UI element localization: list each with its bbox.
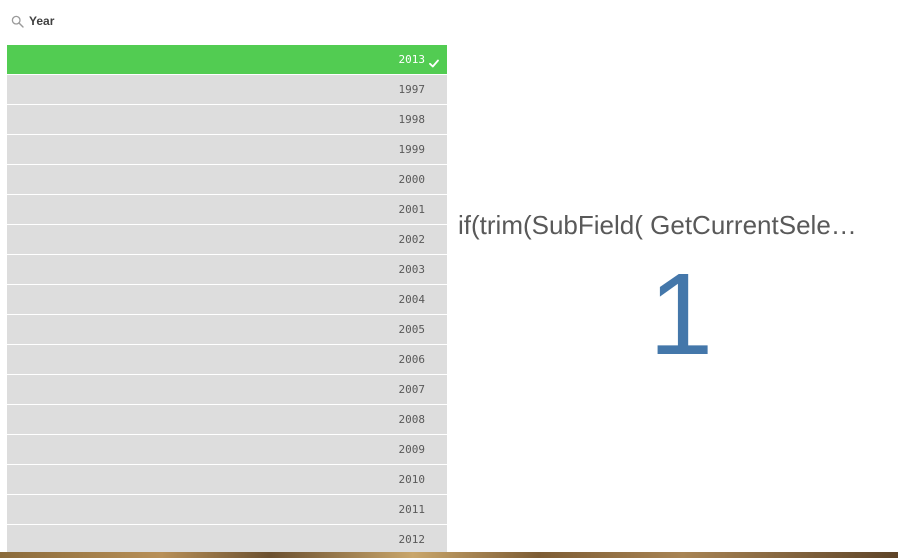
- list-item-label: 2005: [398, 323, 426, 336]
- kpi-title: if(trim(SubField( GetCurrentSele…: [458, 210, 857, 240]
- list-item-label: 2001: [398, 203, 426, 216]
- list-item-label: 2010: [398, 473, 426, 486]
- list-item-label: 2009: [398, 443, 426, 456]
- filter-header[interactable]: Year: [11, 12, 54, 30]
- year-value-list: 2013 1997 1998 1999 2000 2001 2002 2003 2004 2005…: [7, 45, 447, 555]
- search-icon[interactable]: [11, 15, 24, 28]
- list-item-2005[interactable]: 2005: [7, 315, 447, 344]
- list-item-label: 2000: [398, 173, 426, 186]
- list-item-label: 2012: [398, 533, 426, 546]
- list-item-1997[interactable]: 1997: [7, 75, 447, 104]
- list-item-2008[interactable]: 2008: [7, 405, 447, 434]
- year-filter-pane: Year 2013 1997 1998 1999 2000 2001 2002 2003 200…: [0, 0, 452, 555]
- list-item-label: 2006: [398, 353, 426, 366]
- list-item-label: 2013: [398, 53, 426, 66]
- list-item-label: 2008: [398, 413, 426, 426]
- list-item-label: 2011: [398, 503, 426, 516]
- list-item-2011[interactable]: 2011: [7, 495, 447, 524]
- list-item-label: 1999: [398, 143, 426, 156]
- check-icon: [429, 55, 439, 68]
- list-item-label: 2003: [398, 263, 426, 276]
- list-item-2004[interactable]: 2004: [7, 285, 447, 314]
- list-item-label: 2007: [398, 383, 426, 396]
- list-item-1999[interactable]: 1999: [7, 135, 447, 164]
- list-item-2013[interactable]: 2013: [7, 45, 447, 74]
- field-title: Year: [29, 14, 55, 28]
- kpi-value: 1: [648, 249, 714, 379]
- background-image-strip: [0, 552, 898, 558]
- list-item-1998[interactable]: 1998: [7, 105, 447, 134]
- list-item-2010[interactable]: 2010: [7, 465, 447, 494]
- list-item-label: 2004: [398, 293, 426, 306]
- list-item-2000[interactable]: 2000: [7, 165, 447, 194]
- list-item-2009[interactable]: 2009: [7, 435, 447, 464]
- list-item-label: 1997: [398, 83, 426, 96]
- list-item-2007[interactable]: 2007: [7, 375, 447, 404]
- list-item-label: 1998: [398, 113, 426, 126]
- kpi-object[interactable]: if(trim(SubField( GetCurrentSele… 1: [452, 0, 898, 552]
- list-item-2002[interactable]: 2002: [7, 225, 447, 254]
- list-item-2001[interactable]: 2001: [7, 195, 447, 224]
- list-item-2012[interactable]: 2012: [7, 525, 447, 554]
- list-item-2006[interactable]: 2006: [7, 345, 447, 374]
- list-item-2003[interactable]: 2003: [7, 255, 447, 284]
- list-item-label: 2002: [398, 233, 426, 246]
